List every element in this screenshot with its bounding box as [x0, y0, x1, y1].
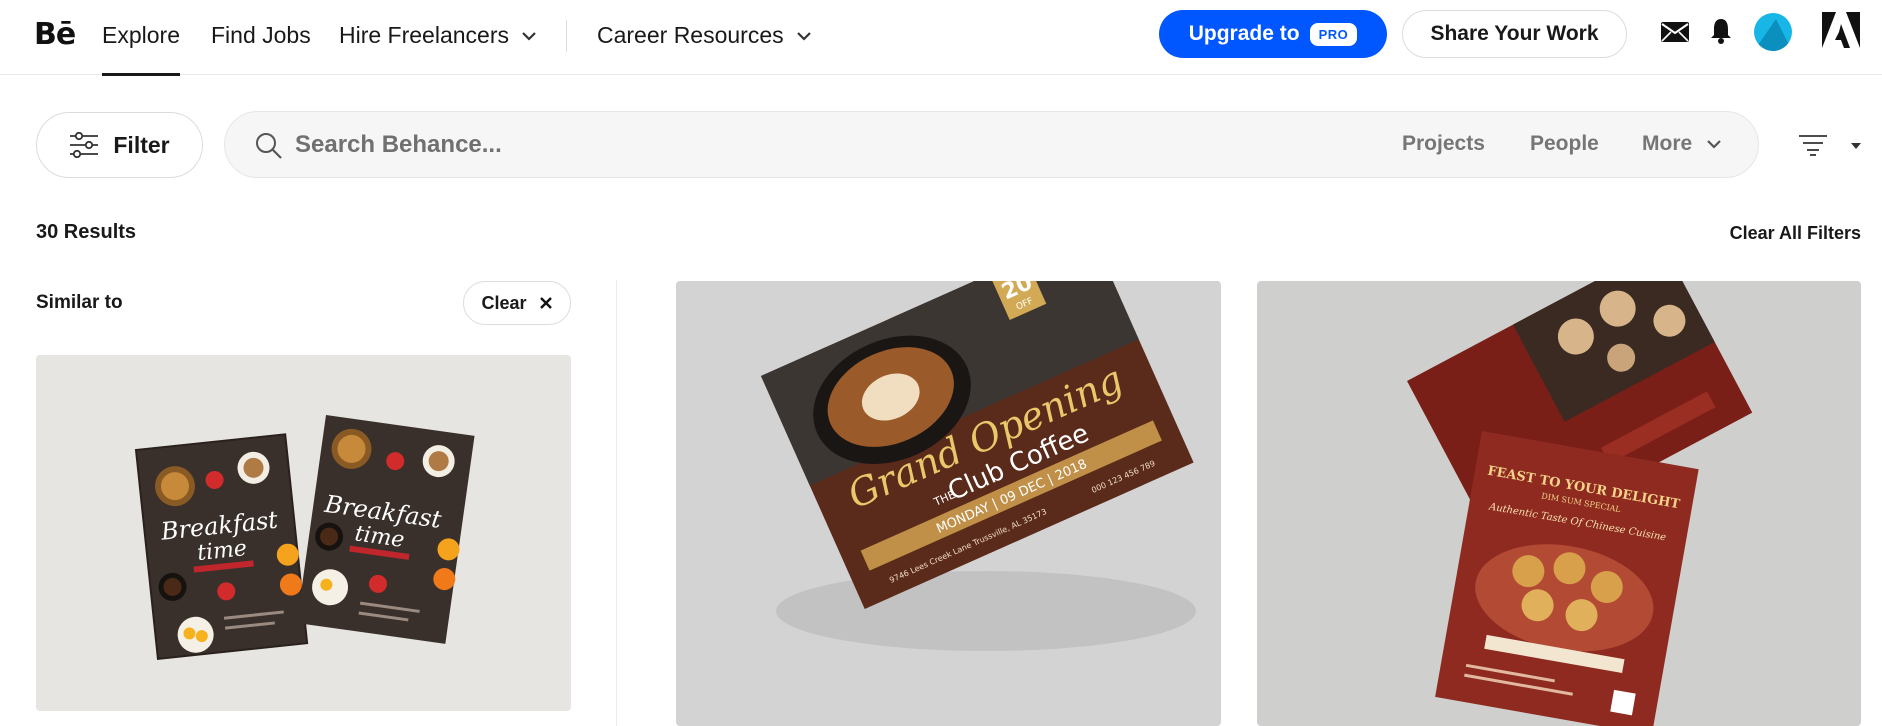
filter-label: Filter [113, 131, 170, 158]
nav-career-resources-label: Career Resources [597, 22, 784, 48]
search-tab-projects-label: Projects [1402, 132, 1485, 155]
clear-label: Clear [481, 292, 527, 313]
upgrade-label: Upgrade to [1188, 22, 1300, 45]
search-icon [256, 133, 282, 159]
breakfast-title-line2: time [196, 536, 248, 566]
share-your-work-button[interactable]: Share Your Work [1402, 10, 1627, 58]
filter-sliders-icon [70, 132, 99, 158]
adobe-logo-icon[interactable] [1822, 12, 1860, 48]
pro-badge: PRO [1309, 22, 1358, 46]
results-count: 30 Results [36, 221, 137, 243]
avatar[interactable] [1754, 13, 1792, 51]
column-divider [616, 280, 617, 726]
similar-source-thumbnail[interactable]: Breakfast time Breakfast time [36, 355, 571, 711]
coffee-flyer-image: 20 OFF Grand Opening THE Club Coffee MON… [676, 281, 1221, 726]
bell-icon[interactable] [1709, 17, 1733, 45]
mail-icon[interactable] [1661, 22, 1689, 42]
sort-caret-icon[interactable] [1851, 143, 1861, 149]
search-tab-projects[interactable]: Projects [1402, 132, 1485, 156]
nav-explore-label: Explore [102, 22, 180, 48]
search-tab-people-label: People [1530, 132, 1599, 155]
search-bar[interactable]: Projects People More [224, 111, 1759, 178]
filter-button[interactable]: Filter [36, 112, 203, 178]
search-tab-more-label: More [1642, 132, 1693, 155]
nav-hire-freelancers-label: Hire Freelancers [339, 22, 509, 48]
chevron-down-icon [522, 31, 536, 41]
nav-divider [566, 20, 567, 52]
nav-find-jobs-label: Find Jobs [211, 22, 311, 48]
upgrade-button[interactable]: Upgrade to PRO [1159, 10, 1387, 58]
nav-explore[interactable]: Explore [102, 22, 180, 76]
nav-find-jobs[interactable]: Find Jobs [211, 22, 311, 49]
search-tab-more[interactable]: More [1642, 132, 1722, 156]
share-your-work-label: Share Your Work [1430, 22, 1599, 45]
clear-similar-button[interactable]: Clear [463, 281, 571, 325]
search-tab-people[interactable]: People [1530, 132, 1599, 156]
nav-career-resources[interactable]: Career Resources [597, 22, 812, 49]
top-navigation: Bē Explore Find Jobs Hire Freelancers Ca… [0, 0, 1882, 76]
dimsum-flyer-image: FEAST TO YOUR DELIGHT DIM SUM SPECIAL Au… [1257, 281, 1861, 726]
sort-icon[interactable] [1797, 134, 1831, 156]
breakfast-flyer-image: Breakfast time Breakfast time [36, 355, 571, 711]
close-icon [539, 297, 552, 309]
clear-all-filters-link[interactable]: Clear All Filters [1730, 223, 1861, 244]
search-input[interactable] [295, 126, 1095, 164]
project-card-coffee[interactable]: 20 OFF Grand Opening THE Club Coffee MON… [676, 281, 1221, 726]
behance-logo[interactable]: Bē [34, 17, 76, 52]
chevron-down-icon [796, 31, 811, 41]
chevron-down-icon [1707, 140, 1721, 149]
project-card-dimsum[interactable]: FEAST TO YOUR DELIGHT DIM SUM SPECIAL Au… [1257, 281, 1861, 726]
similar-to-label: Similar to [36, 292, 123, 313]
nav-hire-freelancers[interactable]: Hire Freelancers [339, 22, 537, 49]
